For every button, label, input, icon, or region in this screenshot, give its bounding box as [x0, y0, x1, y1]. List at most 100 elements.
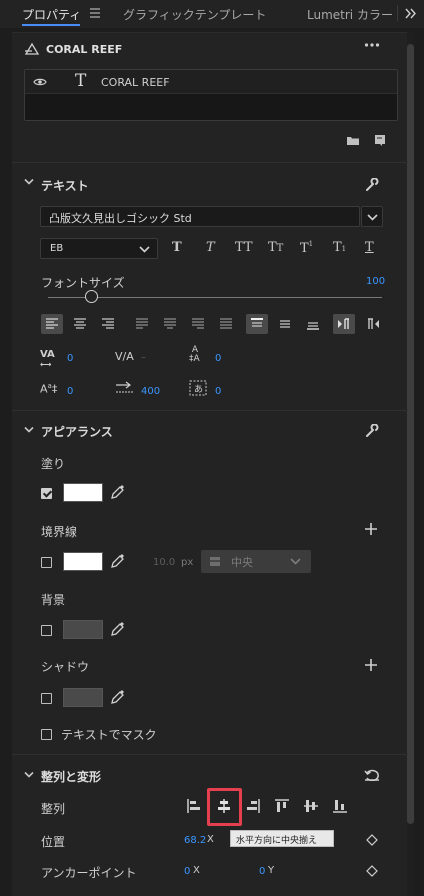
- leading-value[interactable]: 0: [215, 353, 221, 364]
- shadow-color-swatch[interactable]: [63, 688, 103, 707]
- align-horizontal-center-icon[interactable]: [216, 798, 232, 814]
- font-size-slider-track[interactable]: [48, 297, 382, 298]
- align-top-button[interactable]: [246, 314, 268, 334]
- shadow-checkbox[interactable]: [41, 693, 52, 704]
- justify-last-right-button[interactable]: [187, 314, 209, 334]
- font-style-dropdown[interactable]: EB: [40, 238, 158, 259]
- anchor-x-label: X: [193, 865, 200, 876]
- align-left-button[interactable]: [41, 314, 63, 334]
- chevron-down-icon: [367, 214, 378, 221]
- all-caps-icon[interactable]: TT: [235, 240, 253, 255]
- justify-all-icon: [220, 318, 232, 329]
- align-left-edges-icon[interactable]: [186, 798, 202, 814]
- align-section-chevron-icon[interactable]: [24, 771, 34, 779]
- rtl-direction-button[interactable]: [362, 314, 384, 334]
- stroke-width-value[interactable]: 10.0: [153, 557, 175, 568]
- align-right-edges-icon[interactable]: [245, 798, 261, 814]
- stroke-color-swatch[interactable]: [63, 552, 103, 571]
- position-x-value[interactable]: 68.2: [184, 835, 206, 846]
- tab-width-value[interactable]: 400: [141, 386, 160, 397]
- underline-icon[interactable]: T: [365, 240, 374, 255]
- background-label: 背景: [41, 593, 66, 607]
- overflow-tabs-icon[interactable]: [405, 8, 417, 19]
- reset-transform-icon[interactable]: [364, 769, 380, 781]
- tooltip-text: 水平方向に中央揃え: [236, 836, 318, 846]
- shadow-label: シャドウ: [41, 660, 90, 674]
- eye-icon[interactable]: [33, 77, 47, 87]
- fill-eyedropper-icon[interactable]: [110, 484, 124, 500]
- add-stroke-icon[interactable]: [365, 523, 377, 535]
- tooltip: 水平方向に中央揃え: [230, 830, 334, 847]
- align-right-button[interactable]: [97, 314, 119, 334]
- anchor-keyframe-icon[interactable]: [366, 865, 378, 877]
- small-caps-icon[interactable]: TT: [268, 240, 283, 255]
- text-section-chevron-icon[interactable]: [24, 178, 34, 186]
- font-family-value: 凸版文久見出しゴシック Std: [49, 212, 192, 225]
- justify-last-center-button[interactable]: [159, 314, 181, 334]
- new-layer-icon[interactable]: [374, 134, 386, 147]
- appearance-section-title: アピアランス: [41, 425, 113, 439]
- justify-last-right-icon: [192, 318, 204, 329]
- tab-separator: [397, 5, 398, 21]
- faux-italic-icon[interactable]: T: [206, 240, 215, 255]
- font-size-value[interactable]: 100: [366, 276, 385, 287]
- font-family-dropdown-arrow[interactable]: [361, 206, 383, 227]
- align-top-edges-icon[interactable]: [274, 798, 290, 814]
- text-wrench-icon[interactable]: [365, 178, 379, 192]
- svg-text:あ: あ: [194, 384, 203, 395]
- justify-all-button[interactable]: [215, 314, 237, 334]
- scrollbar-thumb[interactable]: [407, 44, 414, 824]
- subscript-icon[interactable]: T1: [333, 240, 346, 255]
- align-center-button[interactable]: [69, 314, 91, 334]
- text-section-title: テキスト: [41, 179, 89, 193]
- stroke-label: 境界線: [41, 525, 78, 539]
- add-shadow-icon[interactable]: [365, 659, 377, 671]
- baseline-shift-value[interactable]: 0: [67, 386, 73, 397]
- position-keyframe-icon[interactable]: [366, 834, 378, 846]
- align-middle-button[interactable]: [274, 314, 296, 334]
- new-group-icon[interactable]: [346, 135, 360, 146]
- mask-with-text-checkbox[interactable]: [41, 729, 52, 740]
- background-color-swatch[interactable]: [63, 620, 103, 639]
- stroke-style-icon: [210, 557, 220, 566]
- justify-last-left-button[interactable]: [131, 314, 153, 334]
- font-family-dropdown[interactable]: 凸版文久見出しゴシック Std: [40, 206, 360, 227]
- appearance-wrench-icon[interactable]: [365, 424, 379, 438]
- stroke-eyedropper-icon[interactable]: [110, 553, 124, 569]
- kerning-value[interactable]: 0: [67, 353, 73, 364]
- graphic-clip-icon: [24, 42, 40, 56]
- position-label: 位置: [41, 835, 66, 849]
- shadow-eyedropper-icon[interactable]: [110, 689, 124, 705]
- ltr-direction-button[interactable]: [333, 314, 355, 334]
- mask-with-text-label: テキストでマスク: [61, 728, 157, 742]
- faux-bold-icon[interactable]: T: [172, 240, 182, 255]
- anchor-y-label: Y: [268, 865, 275, 876]
- tab-graphic-templates[interactable]: グラフィックテンプレート: [123, 6, 266, 23]
- align-bottom-edges-icon[interactable]: [332, 798, 348, 814]
- appearance-section-chevron-icon[interactable]: [24, 426, 34, 434]
- tab-menu-icon[interactable]: [90, 8, 100, 18]
- align-vertical-center-icon[interactable]: [303, 798, 319, 814]
- layer-row[interactable]: T CORAL REEF: [25, 70, 397, 94]
- active-tab-indicator: [22, 24, 80, 26]
- tab-properties[interactable]: プロパティ: [22, 6, 81, 23]
- stroke-checkbox[interactable]: [41, 557, 52, 568]
- background-checkbox[interactable]: [41, 625, 52, 636]
- fill-color-swatch[interactable]: [63, 483, 103, 502]
- align-bottom-button[interactable]: [302, 314, 324, 334]
- align-label: 整列: [41, 802, 66, 816]
- tab-lumetri-color[interactable]: Lumetri カラー: [307, 6, 393, 23]
- anchor-point-label: アンカーポイント: [41, 866, 137, 880]
- layer-list: T CORAL REEF: [24, 69, 398, 121]
- tracking-value[interactable]: –: [141, 352, 146, 363]
- background-eyedropper-icon[interactable]: [110, 621, 124, 637]
- position-x-label: X: [207, 834, 214, 845]
- more-options-icon[interactable]: [364, 41, 380, 49]
- stroke-position-dropdown[interactable]: 中央: [201, 550, 311, 573]
- tsume-value[interactable]: 0: [215, 386, 221, 397]
- fill-checkbox[interactable]: [41, 488, 52, 499]
- anchor-x-value[interactable]: 0: [184, 866, 190, 877]
- superscript-icon[interactable]: T1: [300, 240, 313, 256]
- anchor-y-value[interactable]: 0: [259, 866, 265, 877]
- clip-title: CORAL REEF: [46, 43, 123, 56]
